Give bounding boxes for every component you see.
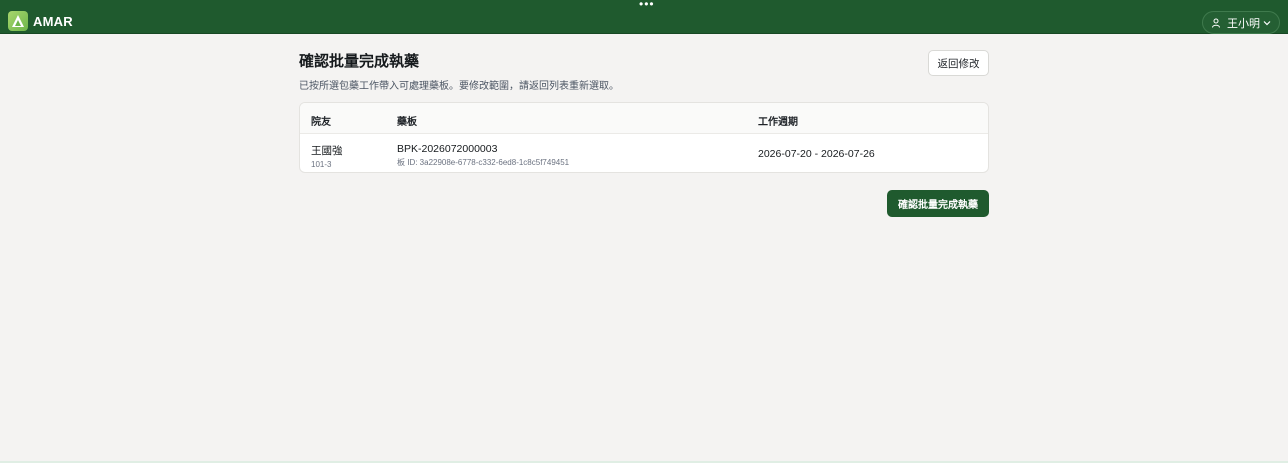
table-header: 院友 藥板 工作週期 [300,103,988,134]
board-cell: BPK-2026072000003 板 ID: 3a22908e-6778-c3… [397,143,569,168]
resident-bed: 101-3 [311,160,332,169]
confirm-batch-complete-button[interactable]: 確認批量完成執藥 [887,190,989,217]
brand[interactable]: AMAR [8,11,73,31]
user-menu-button[interactable]: 王小明 [1202,11,1280,34]
user-name: 王小明 [1227,17,1260,30]
logo-icon [8,11,28,31]
page-title: 確認批量完成執藥 [299,53,420,70]
boards-table: 院友 藥板 工作週期 王國強 101-3 BPK-2026072000003 板… [299,102,989,173]
user-icon [1212,18,1220,28]
back-to-edit-button[interactable]: 返回修改 [928,50,989,76]
header-period: 工作週期 [758,117,798,128]
brand-name: AMAR [33,13,73,29]
work-period: 2026-07-20 - 2026-07-26 [758,148,875,160]
period-cell: 2026-07-20 - 2026-07-26 [758,148,875,160]
header-resident: 院友 [311,117,331,128]
header-board: 藥板 [397,117,417,128]
window-dots-icon[interactable]: ••• [639,0,655,10]
board-id: 板 ID: 3a22908e-6778-c332-6ed8-1c8c5f7494… [397,158,570,167]
main-content: 確認批量完成執藥 已按所選包藥工作帶入可處理藥板。要修改範圍，請返回列表重新選取… [299,50,989,217]
board-code: BPK-2026072000003 [397,143,498,155]
chevron-down-icon [1263,20,1271,25]
table-row: 王國強 101-3 BPK-2026072000003 板 ID: 3a2290… [300,134,988,172]
resident-cell: 王國強 101-3 [311,143,343,169]
top-bar: AMAR ••• 王小明 [0,0,1288,34]
resident-name: 王國強 [311,145,343,157]
page-subtitle: 已按所選包藥工作帶入可處理藥板。要修改範圍，請返回列表重新選取。 [299,81,619,92]
